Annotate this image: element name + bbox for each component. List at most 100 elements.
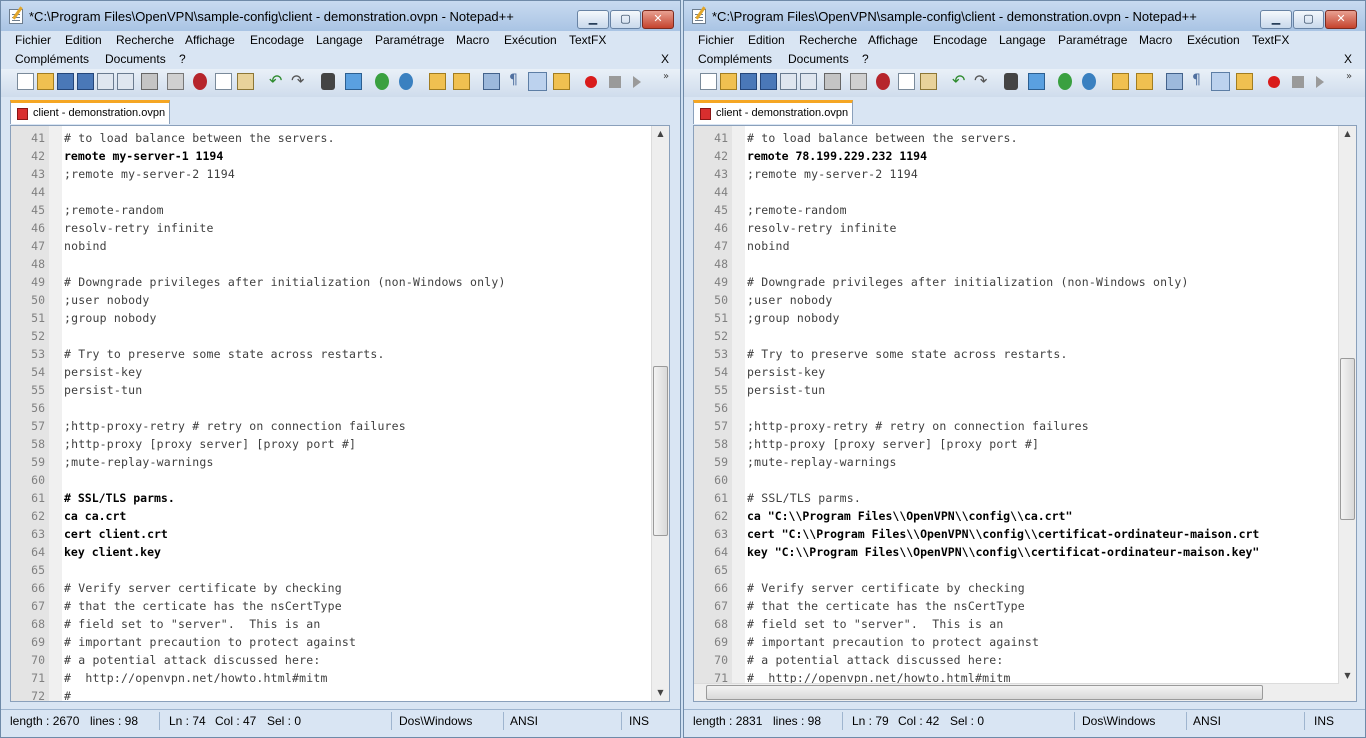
copy-icon[interactable]: [215, 73, 232, 90]
menu-textfx[interactable]: TextFX: [1252, 33, 1289, 47]
code-line[interactable]: 68 # field set to "server". This is an: [11, 615, 669, 633]
code-line[interactable]: 55 persist-tun: [11, 381, 669, 399]
code-line[interactable]: 49 # Downgrade privileges after initializ…: [11, 273, 669, 291]
menu-help[interactable]: ?: [179, 52, 186, 66]
menu-parametrage[interactable]: Paramétrage: [1058, 33, 1127, 47]
stop-macro-icon[interactable]: [1292, 76, 1304, 88]
menu-encodage[interactable]: Encodage: [250, 33, 304, 47]
redo-icon[interactable]: ↷: [974, 73, 991, 90]
find-icon[interactable]: [1004, 73, 1018, 90]
save-all-icon[interactable]: [77, 73, 94, 90]
code-line[interactable]: 53 # Try to preserve some state across re…: [11, 345, 669, 363]
code-line[interactable]: 59 ;mute-replay-warnings: [11, 453, 669, 471]
close-all-icon[interactable]: [800, 73, 817, 90]
code-line[interactable]: 47 nobind: [11, 237, 669, 255]
menu-langage[interactable]: Langage: [316, 33, 363, 47]
code-line[interactable]: 67 # that the certicate has the nsCertTyp…: [694, 597, 1356, 615]
code-line[interactable]: 70 # a potential attack discussed here:: [694, 651, 1356, 669]
scroll-down-icon[interactable]: ▼: [1339, 668, 1356, 684]
horizontal-scrollbar[interactable]: [694, 683, 1339, 701]
copy-icon[interactable]: [898, 73, 915, 90]
save-all-icon[interactable]: [760, 73, 777, 90]
code-line[interactable]: 70 # a potential attack discussed here:: [11, 651, 669, 669]
scroll-down-icon[interactable]: ▼: [652, 685, 669, 701]
close-file-icon[interactable]: [780, 73, 797, 90]
close-document-x[interactable]: X: [1344, 52, 1352, 66]
sync-horizontal-icon[interactable]: [1136, 73, 1153, 90]
vertical-scrollbar[interactable]: ▲ ▼: [1338, 126, 1356, 701]
stop-macro-icon[interactable]: [609, 76, 621, 88]
code-line[interactable]: 62 ca ca.crt: [11, 507, 669, 525]
zoom-out-icon[interactable]: [399, 73, 413, 90]
code-line[interactable]: 59 ;mute-replay-warnings: [694, 453, 1356, 471]
sync-vertical-icon[interactable]: [1112, 73, 1129, 90]
code-line[interactable]: 49 # Downgrade privileges after initializ…: [694, 273, 1356, 291]
record-macro-icon[interactable]: [1268, 76, 1280, 88]
code-line[interactable]: 61 # SSL/TLS parms.: [694, 489, 1356, 507]
close-document-x[interactable]: X: [661, 52, 669, 66]
code-line[interactable]: 51 ;group nobody: [694, 309, 1356, 327]
code-line[interactable]: 57 ;http-proxy-retry # retry on connectio…: [11, 417, 669, 435]
tab-client-demonstration[interactable]: client - demonstration.ovpn: [693, 100, 853, 124]
code-line[interactable]: 66 # Verify server certificate by checkin…: [694, 579, 1356, 597]
code-line[interactable]: 56: [694, 399, 1356, 417]
code-line[interactable]: 67 # that the certicate has the nsCertTyp…: [11, 597, 669, 615]
code-lines[interactable]: 41 # to load balance between the servers.…: [694, 129, 1356, 687]
menu-macro[interactable]: Macro: [456, 33, 489, 47]
code-line[interactable]: 65: [11, 561, 669, 579]
undo-icon[interactable]: ↶: [952, 73, 969, 90]
code-line[interactable]: 42 remote 78.199.229.232 1194: [694, 147, 1356, 165]
code-line[interactable]: 64 key client.key: [11, 543, 669, 561]
vertical-scrollbar[interactable]: ▲ ▼: [651, 126, 669, 701]
code-line[interactable]: 60: [694, 471, 1356, 489]
word-wrap-icon[interactable]: [1166, 73, 1183, 90]
code-line[interactable]: 46 resolv-retry infinite: [11, 219, 669, 237]
code-line[interactable]: 41 # to load balance between the servers.: [694, 129, 1356, 147]
title-bar[interactable]: *C:\Program Files\OpenVPN\sample-config\…: [684, 1, 1365, 31]
code-line[interactable]: 47 nobind: [694, 237, 1356, 255]
menu-langage[interactable]: Langage: [999, 33, 1046, 47]
menu-macro[interactable]: Macro: [1139, 33, 1172, 47]
toolbar-overflow-icon[interactable]: »: [663, 71, 669, 82]
indent-guide-icon[interactable]: [528, 72, 547, 91]
code-line[interactable]: 46 resolv-retry infinite: [694, 219, 1356, 237]
code-line[interactable]: 42 remote my-server-1 1194: [11, 147, 669, 165]
cut-icon[interactable]: [193, 73, 207, 90]
minimize-button[interactable]: ▁: [1260, 10, 1292, 29]
code-line[interactable]: 69 # important precaution to protect agai…: [694, 633, 1356, 651]
user-lang-icon[interactable]: [1236, 73, 1253, 90]
menu-encodage[interactable]: Encodage: [933, 33, 987, 47]
tab-client-demonstration[interactable]: client - demonstration.ovpn: [10, 100, 170, 124]
new-file-icon[interactable]: [17, 73, 34, 90]
menu-textfx[interactable]: TextFX: [569, 33, 606, 47]
code-line[interactable]: 66 # Verify server certificate by checkin…: [11, 579, 669, 597]
code-line[interactable]: 45 ;remote-random: [694, 201, 1356, 219]
menu-fichier[interactable]: Fichier: [698, 33, 734, 47]
code-line[interactable]: 62 ca "C:\\Program Files\\OpenVPN\\config…: [694, 507, 1356, 525]
new-file-icon[interactable]: [700, 73, 717, 90]
menu-help[interactable]: ?: [862, 52, 869, 66]
scroll-thumb[interactable]: [1340, 358, 1355, 520]
close-button[interactable]: ✕: [1325, 10, 1357, 29]
code-line[interactable]: 57 ;http-proxy-retry # retry on connectio…: [694, 417, 1356, 435]
zoom-in-icon[interactable]: [1058, 73, 1072, 90]
maximize-button[interactable]: ▢: [610, 10, 641, 29]
paste-icon[interactable]: [237, 73, 254, 90]
save-icon[interactable]: [740, 73, 757, 90]
code-line[interactable]: 72 #: [11, 687, 669, 701]
close-button[interactable]: ✕: [642, 10, 674, 29]
code-line[interactable]: 64 key "C:\\Program Files\\OpenVPN\\confi…: [694, 543, 1356, 561]
scroll-thumb[interactable]: [653, 366, 668, 536]
title-bar[interactable]: *C:\Program Files\OpenVPN\sample-config\…: [1, 1, 680, 31]
code-line[interactable]: 63 cert client.crt: [11, 525, 669, 543]
code-line[interactable]: 43 ;remote my-server-2 1194: [11, 165, 669, 183]
close-all-icon[interactable]: [117, 73, 134, 90]
code-line[interactable]: 43 ;remote my-server-2 1194: [694, 165, 1356, 183]
menu-affichage[interactable]: Affichage: [868, 33, 918, 47]
print-now-icon[interactable]: [167, 73, 184, 90]
show-all-chars-icon[interactable]: ¶: [1188, 73, 1205, 90]
text-editor[interactable]: 41 # to load balance between the servers.…: [693, 125, 1357, 702]
open-folder-icon[interactable]: [37, 73, 54, 90]
open-folder-icon[interactable]: [720, 73, 737, 90]
text-editor[interactable]: 41 # to load balance between the servers.…: [10, 125, 670, 702]
